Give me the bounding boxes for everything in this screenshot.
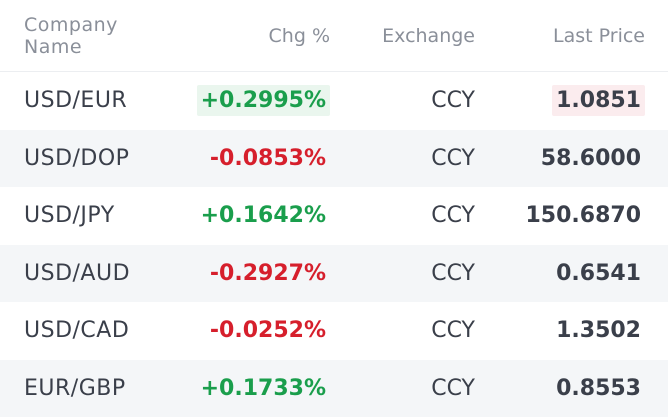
row-name: USD/JPY (24, 203, 115, 229)
table-row[interactable]: USD/DOP -0.0853% CCY 58.6000 (0, 129, 668, 187)
table-header: Company Name Chg % Exchange Last Price (0, 0, 668, 72)
row-chg: +0.2995% (196, 85, 330, 117)
row-exchange: CCY (431, 203, 475, 229)
row-exchange: CCY (431, 375, 475, 401)
header-exchange[interactable]: Exchange (330, 25, 475, 47)
row-exchange: CCY (431, 260, 475, 286)
row-price: 1.0851 (552, 85, 645, 117)
table-row[interactable]: USD/JPY +0.1642% CCY 150.6870 (0, 187, 668, 245)
row-exchange: CCY (431, 318, 475, 344)
header-company-name[interactable]: Company Name (0, 14, 180, 58)
row-exchange: CCY (431, 145, 475, 171)
quote-table: Company Name Chg % Exchange Last Price U… (0, 0, 668, 417)
row-chg: -0.2927% (209, 260, 326, 286)
row-name: EUR/GBP (24, 375, 126, 401)
row-name: USD/EUR (24, 88, 128, 114)
table-row[interactable]: USD/CAD -0.0252% CCY 1.3502 (0, 302, 668, 360)
row-price: 150.6870 (525, 203, 641, 229)
row-chg: -0.0252% (209, 318, 326, 344)
row-price: 0.8553 (556, 375, 641, 401)
row-chg: +0.1642% (200, 203, 326, 229)
table-row[interactable]: USD/AUD -0.2927% CCY 0.6541 (0, 244, 668, 302)
header-chg-percent[interactable]: Chg % (180, 25, 330, 47)
row-price: 1.3502 (556, 318, 641, 344)
row-name: USD/DOP (24, 145, 130, 171)
row-chg: +0.1733% (200, 375, 326, 401)
row-chg: -0.0853% (209, 145, 326, 171)
row-price: 0.6541 (556, 260, 641, 286)
header-last-price[interactable]: Last Price (475, 25, 645, 47)
row-exchange: CCY (431, 88, 475, 114)
row-name: USD/CAD (24, 318, 130, 344)
table-row[interactable]: USD/EUR +0.2995% CCY 1.0851 (0, 72, 668, 130)
row-price: 58.6000 (540, 145, 641, 171)
row-name: USD/AUD (24, 260, 131, 286)
table-row[interactable]: EUR/GBP +0.1733% CCY 0.8553 (0, 359, 668, 417)
